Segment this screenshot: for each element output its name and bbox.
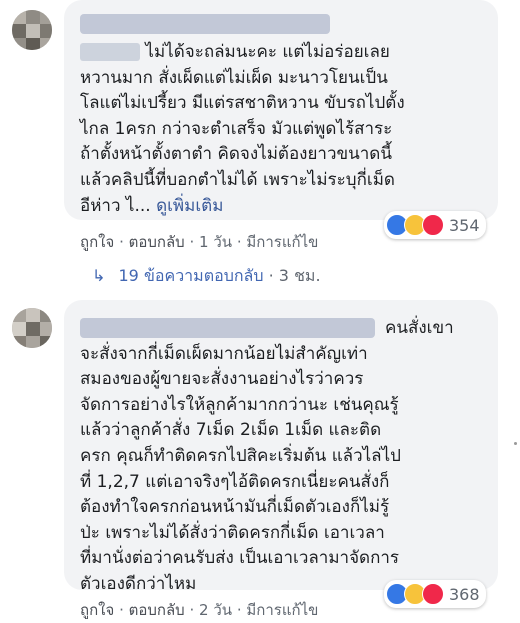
comment-timestamp[interactable]: 1 วัน (199, 233, 232, 251)
separator: · (189, 233, 195, 251)
like-button[interactable]: ถูกใจ (80, 233, 114, 251)
comment-timestamp[interactable]: 2 วัน (199, 601, 232, 619)
like-button[interactable]: ถูกใจ (80, 601, 114, 619)
comment-bubble: ไม่ได้จะถล่มนะคะ แต่ไม่อร่อยเลย หวานมาก … (64, 0, 498, 220)
love-reaction-icon (422, 583, 444, 605)
reply-button[interactable]: ตอบกลับ (129, 233, 185, 251)
reaction-summary[interactable]: 368 (384, 580, 486, 608)
separator: · (268, 266, 274, 285)
comment-actions: ถูกใจ · ตอบกลับ · 1 วัน · มีการแก้ไข (80, 230, 318, 254)
separator: · (189, 601, 195, 619)
reaction-summary[interactable]: 354 (384, 211, 486, 239)
see-more-link[interactable]: ดูเพิ่มเติม (156, 196, 223, 216)
reply-arrow-icon: ↳ (92, 266, 106, 285)
blurred-mention (80, 43, 140, 61)
separator: · (236, 233, 242, 251)
comment-text: คนสั่งเขา จะสั่งจากกี่เม็ดเผ็ดมากน้อยไม่… (80, 318, 454, 594)
love-reaction-icon (422, 214, 444, 236)
comment-bubble: คนสั่งเขา จะสั่งจากกี่เม็ดเผ็ดมากน้อยไม่… (64, 300, 498, 594)
commenter-avatar[interactable] (12, 308, 52, 348)
reply-button[interactable]: ตอบกลับ (129, 601, 185, 619)
edited-label[interactable]: มีการแก้ไข (246, 233, 318, 251)
commenter-name-blurred[interactable] (80, 14, 330, 34)
commenter-avatar[interactable] (12, 10, 52, 50)
comment-text: ไม่ได้จะถล่มนะคะ แต่ไม่อร่อยเลย หวานมาก … (80, 42, 405, 216)
separator: · (119, 233, 124, 251)
reaction-count: 368 (449, 584, 480, 604)
more-options-dot[interactable] (514, 442, 517, 445)
separator: · (236, 601, 242, 619)
comment-actions: ถูกใจ · ตอบกลับ · 2 วัน · มีการแก้ไข (80, 598, 318, 622)
reaction-count: 354 (449, 215, 480, 235)
reply-count: 19 ข้อความตอบกลับ (118, 266, 264, 285)
separator: · (119, 601, 124, 619)
reply-timestamp: 3 ชม. (278, 266, 321, 285)
edited-label[interactable]: มีการแก้ไข (246, 601, 318, 619)
view-replies-link[interactable]: ↳ 19 ข้อความตอบกลับ · 3 ชม. (92, 264, 321, 289)
